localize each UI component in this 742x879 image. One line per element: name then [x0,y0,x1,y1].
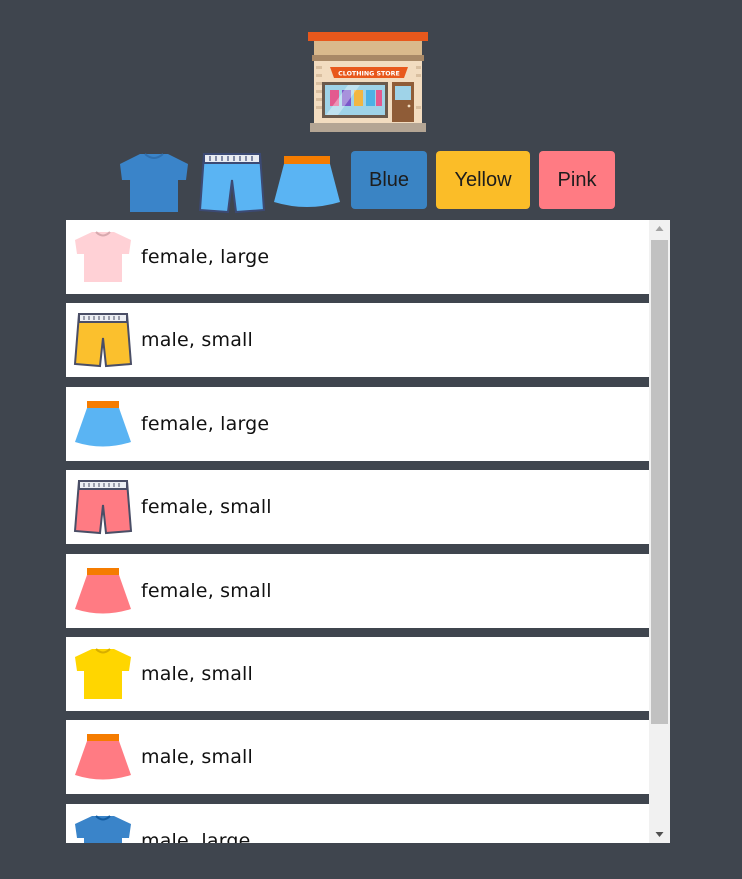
clothing-store-icon: CLOTHING STORE [308,32,430,134]
item-description: female, large [141,246,270,268]
shorts-icon [73,477,133,537]
scrollbar[interactable] [649,220,670,843]
yellow-filter-button[interactable]: Yellow [436,151,530,209]
product-list-items: female, large male, small female, large fem… [66,220,649,843]
list-item[interactable]: female, large [66,386,649,461]
tshirt-icon [73,644,133,704]
skirt-icon [73,394,133,454]
list-item[interactable]: female, small [66,553,649,628]
skirt-icon [73,561,133,621]
skirt-filter-icon[interactable] [272,150,342,216]
item-description: male, small [141,662,254,685]
product-list[interactable]: female, large male, small female, large fem… [66,220,670,843]
pink-filter-button[interactable]: Pink [539,151,615,209]
svg-text:CLOTHING STORE: CLOTHING STORE [338,71,400,78]
item-description: male, small [141,746,254,769]
shorts-icon [73,310,133,370]
shorts-filter-icon[interactable] [198,150,266,216]
item-description: female, small [141,579,272,602]
item-description: female, large [141,412,270,435]
list-item[interactable]: female, small [66,470,649,545]
item-description: female, small [141,496,272,519]
scrollbar-thumb[interactable] [651,240,668,724]
scroll-up-arrow-icon[interactable] [649,220,670,238]
tshirt-filter-icon[interactable] [118,150,190,216]
list-item[interactable]: male, small [66,303,649,378]
blue-filter-button[interactable]: Blue [351,151,427,209]
list-item[interactable]: female, large [66,220,649,294]
list-item[interactable]: male, large [66,803,649,843]
item-description: male, small [141,329,254,352]
skirt-icon [73,727,133,787]
scroll-down-arrow-icon[interactable] [649,825,670,843]
tshirt-icon [73,227,133,287]
list-item[interactable]: male, small [66,720,649,795]
list-item[interactable]: male, small [66,636,649,711]
filter-bar: Blue Yellow Pink [0,150,742,216]
tshirt-icon [73,811,133,843]
item-description: male, large [141,829,251,843]
